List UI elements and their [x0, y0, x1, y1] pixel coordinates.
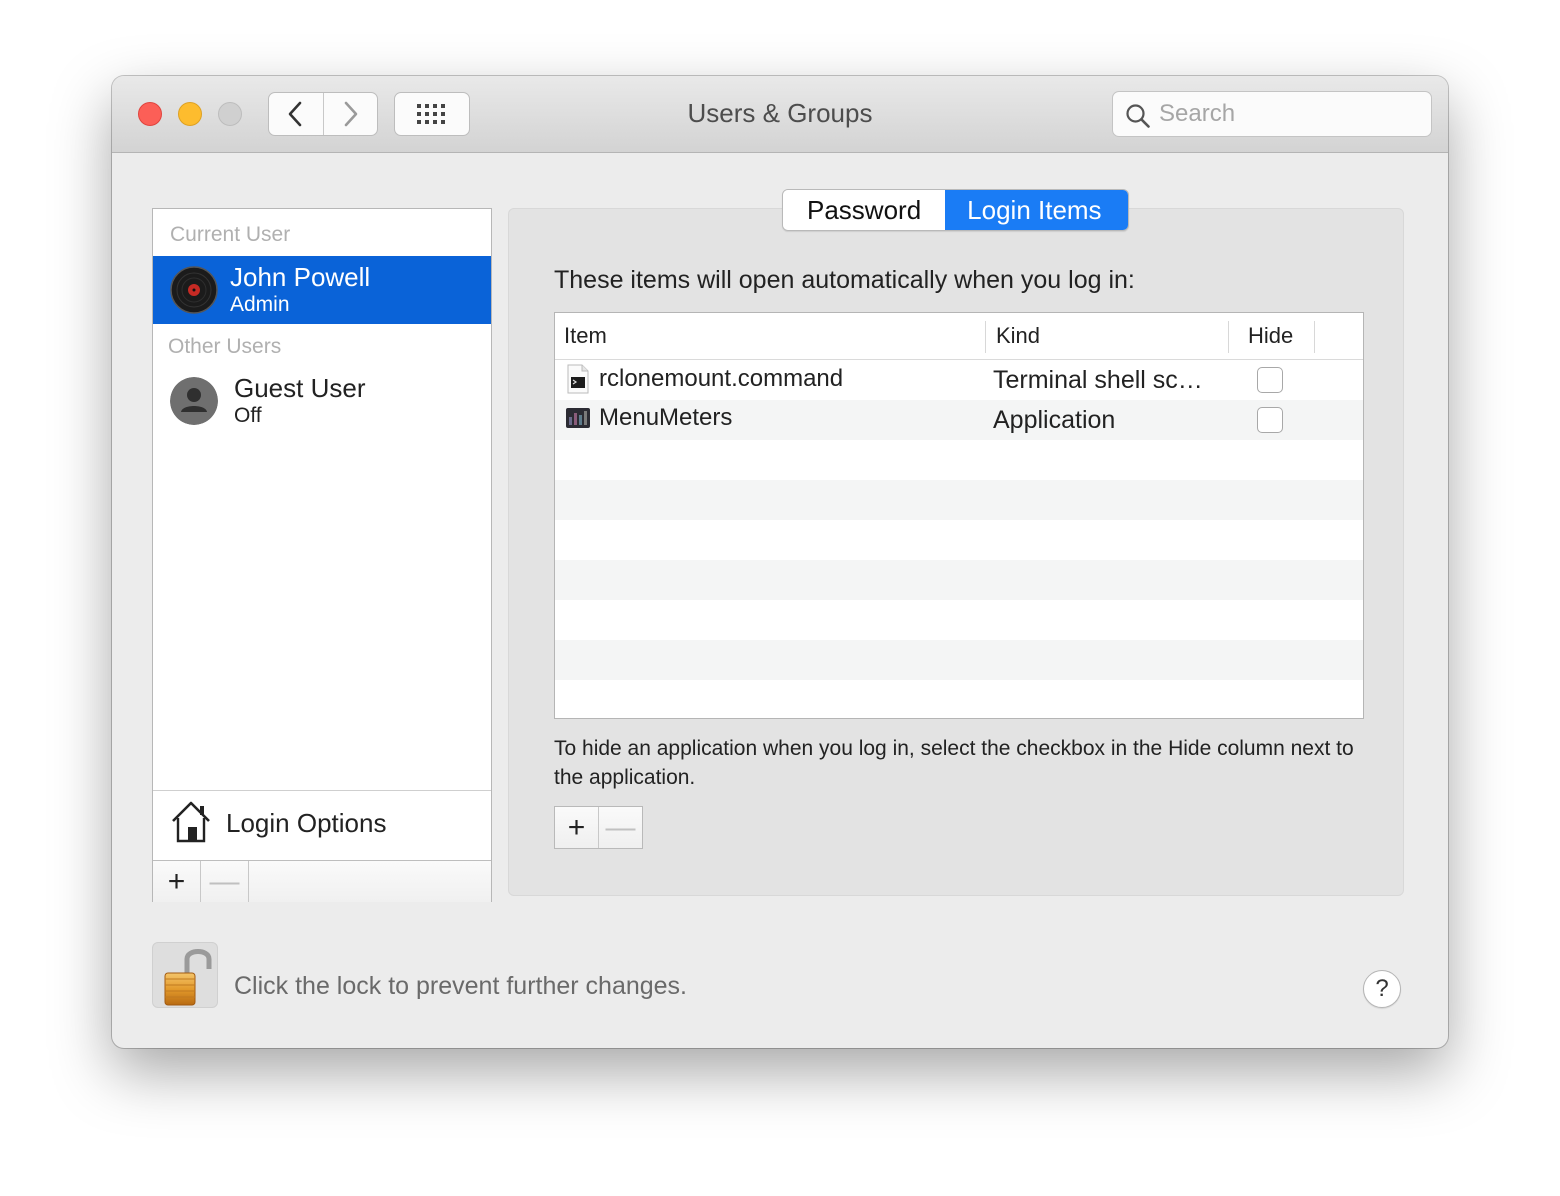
add-user-button[interactable]: +: [153, 861, 201, 902]
item-name: MenuMeters: [599, 404, 733, 431]
table-body: rclonemount.command Terminal shell sc… M…: [555, 360, 1363, 718]
search-icon: [1126, 104, 1150, 128]
user-row-guest[interactable]: Guest User Off: [153, 367, 491, 433]
user-name: John Powell: [230, 262, 371, 292]
lock-status-text: Click the lock to prevent further change…: [234, 972, 688, 1000]
item-name: rclonemount.command: [599, 365, 844, 392]
hide-checkbox[interactable]: [1257, 367, 1283, 393]
hide-checkbox[interactable]: [1257, 407, 1283, 433]
search-input[interactable]: [1159, 98, 1419, 130]
user-row-john-powell[interactable]: John Powell Admin: [153, 256, 491, 324]
record-avatar-icon: [170, 266, 218, 314]
users-sidebar: Current User John Powell Admin Other Use…: [152, 208, 492, 902]
tab-bar: Password Login Items: [782, 189, 1129, 231]
column-header-kind[interactable]: Kind: [996, 323, 1040, 349]
tab-login-items[interactable]: Login Items: [945, 190, 1128, 230]
column-divider: [1228, 321, 1229, 353]
table-row-empty: [555, 520, 1363, 560]
help-button[interactable]: ?: [1363, 970, 1401, 1008]
login-items-toolbar: + —: [554, 806, 643, 849]
remove-login-item-button[interactable]: —: [599, 807, 642, 848]
item-cell: rclonemount.command: [565, 364, 843, 394]
preferences-window: Users & Groups Current User John Powell …: [112, 76, 1448, 1048]
remove-user-button[interactable]: —: [201, 861, 249, 902]
add-login-item-button[interactable]: +: [555, 807, 599, 848]
lock-button[interactable]: [152, 942, 218, 1008]
column-divider: [1314, 321, 1315, 353]
column-divider: [985, 321, 986, 353]
terminal-script-icon: [567, 364, 589, 394]
titlebar: Users & Groups: [112, 76, 1448, 153]
login-options-label: Login Options: [226, 808, 387, 838]
table-header: Item Kind Hide: [555, 313, 1363, 360]
table-row-empty: [555, 600, 1363, 640]
kind-cell: Application: [993, 406, 1116, 434]
unlocked-padlock-icon: [164, 949, 212, 1006]
table-row-empty: [555, 560, 1363, 600]
other-users-header: Other Users: [168, 335, 282, 358]
table-row-empty: [555, 480, 1363, 520]
user-name: Guest User: [234, 373, 366, 403]
user-role: Admin: [230, 293, 290, 316]
table-row-empty: [555, 640, 1363, 680]
tab-password[interactable]: Password: [783, 190, 946, 230]
current-user-header: Current User: [170, 223, 291, 246]
menumeters-app-icon: [566, 408, 590, 428]
hide-hint-text: To hide an application when you log in, …: [554, 737, 1354, 789]
search-field[interactable]: [1112, 91, 1432, 137]
column-header-item[interactable]: Item: [564, 323, 607, 349]
kind-cell: Terminal shell sc…: [993, 366, 1203, 394]
person-avatar-icon: [170, 377, 218, 425]
sidebar-toolbar: + —: [153, 860, 491, 902]
login-items-table: Item Kind Hide rclonemount.command Termi: [554, 312, 1364, 719]
column-header-hide[interactable]: Hide: [1248, 323, 1293, 349]
house-icon: [172, 801, 210, 843]
login-items-intro: These items will open automatically when…: [554, 266, 1135, 294]
table-row-empty: [555, 680, 1363, 718]
login-options-item[interactable]: Login Options: [153, 790, 491, 861]
table-row-empty: [555, 440, 1363, 480]
table-row[interactable]: MenuMeters Application: [555, 400, 1363, 440]
item-cell: MenuMeters: [565, 404, 732, 432]
user-status: Off: [234, 404, 262, 427]
table-row[interactable]: rclonemount.command Terminal shell sc…: [555, 360, 1363, 400]
